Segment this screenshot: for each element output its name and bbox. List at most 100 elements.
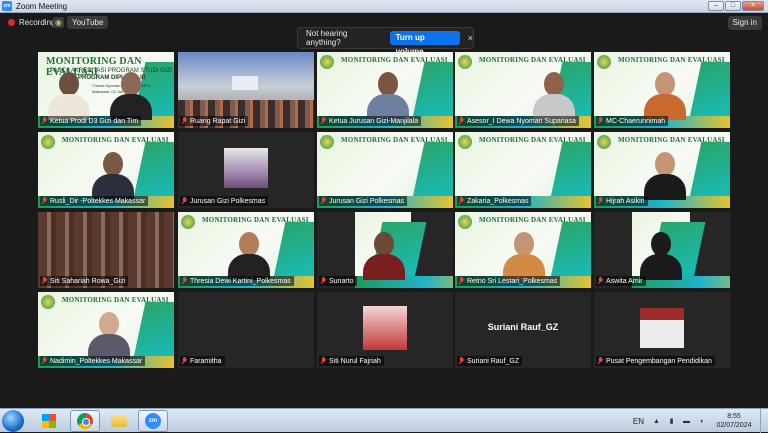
close-button[interactable]: × [742,1,764,11]
video-tile[interactable]: MONITORING DAN EVALUASI Asesor_I Dewa Ny… [455,52,591,128]
taskbar-app-zoom[interactable]: zm [138,410,168,432]
slide-title: MONITORING DAN EVALUASI [202,216,309,224]
participant-label: Pusat Pengembangan Pendidikan [596,356,715,366]
mic-muted-icon [41,117,48,125]
mic-muted-icon [458,197,465,205]
show-desktop-button[interactable] [760,409,768,433]
clock-time: 8:55 [727,413,741,420]
video-tile[interactable]: MONITORING DAN EVALUASI Rusli_Dir -Polte… [38,132,174,208]
participant-label: Rusli_Dir -Poltekkes Makassar [40,196,149,206]
video-tile[interactable]: MONITORING DAN EVALUASI Ketua Jurusan Gi… [317,52,453,128]
minimize-button[interactable]: – [708,1,724,11]
network-icon[interactable]: ▮ [667,417,676,426]
video-tile[interactable]: Siti Sahariah Rowa_Gizi [38,212,174,288]
mic-muted-icon [458,277,465,285]
volume-icon[interactable]: ◖ [697,417,706,426]
video-gallery: MONITORING DAN EVALUASI PASCA AKREDITASI… [38,52,730,370]
recording-indicator[interactable]: Recording [8,18,55,27]
mic-muted-icon [597,197,604,205]
video-tile[interactable]: Sunarto [317,212,453,288]
mic-muted-icon [181,357,188,365]
participant-label: Zakaria_Polkesmas [457,196,532,206]
video-tile[interactable]: MONITORING DAN EVALUASI Nadimin_Poltekke… [38,292,174,368]
video-tile[interactable]: MONITORING DAN EVALUASI Hijrah Asikin [594,132,730,208]
video-tile[interactable]: MONITORING DAN EVALUASI Retno Sri Lestar… [455,212,591,288]
audio-notification: Not hearing anything? Turn up volume × [297,27,474,56]
participant-video [638,229,684,280]
participant-label: Aswita Amir [596,276,646,286]
participant-video [226,232,272,280]
taskbar-app-chrome[interactable] [70,410,100,432]
video-tile[interactable]: Ruang Rapat Gizi [178,52,314,128]
window-titlebar: zm Zoom Meeting – □ × [0,0,768,13]
participant-label: Sunarto [319,276,357,286]
language-indicator[interactable]: EN [633,417,644,426]
video-tile[interactable]: Siti Nurul Fajriah [317,292,453,368]
participant-label: Jurusan Gizi Polkesmas [180,196,269,206]
battery-icon[interactable]: ▬ [682,417,691,426]
mic-muted-icon [597,277,604,285]
turn-up-volume-button[interactable]: Turn up volume [389,31,460,56]
slide-title: MONITORING DAN EVALUASI [479,216,586,224]
participant-video [108,72,154,120]
window-controls: – □ × [708,1,764,11]
video-tile[interactable]: Jurusan Gizi Polkesmas [178,132,314,208]
zoom-icon: zm [145,413,161,429]
participant-video [531,72,577,120]
livestream-icon[interactable]: ◉ [53,17,64,28]
recording-label: Recording [19,18,56,27]
video-tile[interactable]: MONITORING DAN EVALUASI Jurusan Gizi Pol… [317,132,453,208]
mic-muted-icon [181,197,188,205]
institution-logo-icon [458,215,472,229]
video-tile[interactable]: Suriani Rauf_GZ Suriani Rauf_GZ [455,292,591,368]
participant-label: Suriani Rauf_GZ [457,356,523,366]
institution-logo-icon [320,55,334,69]
institution-logo-icon [597,55,611,69]
start-button[interactable] [2,410,24,432]
tray-arrow-icon[interactable]: ▲ [652,417,661,426]
slide-title: MONITORING DAN EVALUASI [62,136,169,144]
institution-logo-icon [458,55,472,69]
clock[interactable]: 8:55 02/07/2024 [712,412,756,430]
slide-title: MONITORING DAN EVALUASI [341,56,448,64]
mic-muted-icon [458,117,465,125]
taskbar-app-microsoft[interactable] [34,410,64,432]
video-tile[interactable]: Faramitha [178,292,314,368]
institution-logo-icon [41,295,55,309]
participant-label: Retno Sri Lestari_Polkesmas [457,276,561,286]
video-tile[interactable]: MONITORING DAN EVALUASI PASCA AKREDITASI… [38,52,174,128]
participant-label: Nadimin_Poltekkes Makassar [40,356,146,366]
maximize-button[interactable]: □ [725,1,741,11]
institution-logo-icon [597,135,611,149]
recording-dot-icon [8,19,15,26]
video-tile[interactable]: Pusat Pengembangan Pendidikan [594,292,730,368]
chrome-icon [77,413,93,429]
participant-video [642,149,688,200]
sign-in-button[interactable]: Sign in [727,16,762,30]
video-tile[interactable]: MONITORING DAN EVALUASI MC-Chaerunnimah [594,52,730,128]
participant-label: Jurusan Gizi Polkesmas [319,196,408,206]
mic-muted-icon [320,357,327,365]
participant-label: Ruang Rapat Gizi [180,116,249,126]
taskbar-app-explorer[interactable] [104,410,134,432]
participant-video [224,148,268,188]
system-tray: EN ▲ ▮ ▬ ◖ 8:55 02/07/2024 [633,409,768,433]
mic-muted-icon [41,277,48,285]
participant-label: Ketua Jurusan Gizi-Manjilala [319,116,422,126]
window-title: Zoom Meeting [16,1,68,11]
mic-muted-icon [458,357,465,365]
folder-icon [111,415,127,427]
video-tile[interactable]: Aswita Amir [594,212,730,288]
participant-video [86,312,132,360]
video-tile[interactable]: MONITORING DAN EVALUASI Zakaria_Polkesma… [455,132,591,208]
video-tile[interactable]: MONITORING DAN EVALUASI Thresia Dewi Kar… [178,212,314,288]
slide-title: MONITORING DAN EVALUASI [62,296,169,304]
notification-close-icon[interactable]: × [468,33,473,43]
mic-muted-icon [320,197,327,205]
youtube-live-button[interactable]: YouTube [67,16,109,29]
zoom-app-icon: zm [2,1,12,11]
participant-video [46,72,92,120]
windows-taskbar: zm EN ▲ ▮ ▬ ◖ 8:55 02/07/2024 [0,408,768,433]
slide-title: MONITORING DAN EVALUASI [618,136,725,144]
participant-label: Faramitha [180,356,225,366]
